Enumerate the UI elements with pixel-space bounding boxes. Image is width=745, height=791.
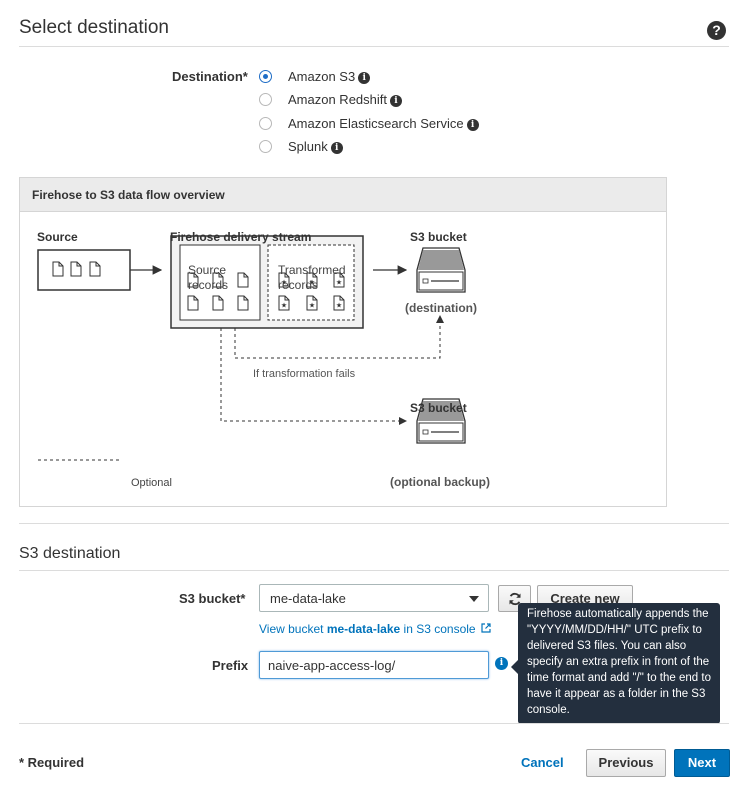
source-records-label: Source records	[188, 263, 229, 292]
radio-button[interactable]	[259, 93, 272, 106]
prefix-tooltip: Firehose automatically appends the "YYYY…	[511, 603, 720, 724]
prefix-input[interactable]: naive-app-access-log/	[259, 651, 489, 679]
info-icon[interactable]: i	[358, 72, 371, 84]
cancel-link[interactable]: Cancel	[521, 755, 564, 770]
source-label: Source	[37, 230, 78, 244]
source-box	[37, 249, 131, 291]
flow-diagram-graphics: ★	[37, 235, 466, 461]
s3-bucket-icon	[416, 247, 466, 293]
record-document-icon	[212, 295, 224, 311]
source-document-icon	[89, 261, 101, 277]
diagram-header: Firehose to S3 data flow overview	[20, 178, 666, 212]
prefix-value: naive-app-access-log/	[268, 658, 396, 673]
prefix-label: Prefix	[212, 658, 249, 673]
radio-button[interactable]	[259, 140, 272, 153]
info-icon[interactable]: i	[330, 142, 343, 154]
transformed-records-label: Transformed records	[278, 263, 346, 292]
radio-label-splunk: Splunk	[288, 139, 328, 154]
info-icon[interactable]: i	[390, 95, 402, 107]
page-title: Select destination	[19, 17, 169, 38]
source-document-icon	[70, 261, 82, 277]
record-document-icon	[237, 295, 249, 311]
diagram-title: Firehose to S3 data flow overview	[32, 188, 225, 202]
radio-button[interactable]	[259, 70, 272, 83]
section-divider	[19, 523, 729, 524]
previous-button[interactable]: Previous	[586, 749, 666, 777]
s3-bucket-label: S3 bucket*	[179, 591, 246, 606]
transformed-document-icon	[306, 295, 318, 311]
radio-label-amazon-redshift: Amazon Redshift	[288, 92, 387, 107]
radio-label-amazon-s3: Amazon S3	[288, 69, 356, 84]
radio-label-amazon-elasticsearch: Amazon Elasticsearch Service	[288, 116, 464, 131]
fail-label: If transformation fails	[253, 368, 356, 380]
stream-label: Firehose delivery stream	[170, 230, 312, 244]
section-divider	[19, 570, 729, 571]
view-bucket-link-row[interactable]: View bucket me-data-lake in S3 console	[259, 622, 491, 636]
s3-backup-bucket-label: S3 bucket	[410, 401, 467, 415]
info-icon[interactable]: i	[466, 119, 479, 131]
record-document-icon	[187, 295, 199, 311]
radio-button[interactable]	[259, 117, 272, 130]
data-flow-diagram: Firehose to S3 data flow overview ★ Sour…	[19, 177, 667, 507]
transformed-document-icon	[333, 295, 345, 311]
destination-label: Destination*	[172, 69, 248, 84]
transformed-document-icon	[278, 295, 290, 311]
s3-bucket-value: me-data-lake	[270, 591, 346, 606]
prefix-info-icon[interactable]: i	[495, 657, 508, 670]
legend-optional-label: Optional	[131, 477, 172, 489]
next-button[interactable]: Next	[674, 749, 730, 777]
s3-bucket-label: S3 bucket	[410, 230, 467, 244]
s3-bucket-select[interactable]: me-data-lake	[259, 584, 489, 612]
required-note: * Required	[19, 755, 85, 770]
section-title-s3-destination: S3 destination	[19, 545, 121, 562]
help-icon[interactable]: ?	[707, 21, 726, 40]
source-document-icon	[52, 261, 64, 277]
footer-divider	[19, 723, 729, 724]
chevron-down-icon	[469, 596, 479, 602]
record-document-icon	[237, 272, 249, 288]
backup-caption: (optional backup)	[390, 475, 490, 489]
external-link-icon	[481, 623, 491, 633]
destination-caption: (destination)	[405, 301, 477, 315]
section-divider	[19, 46, 729, 47]
view-bucket-link[interactable]: View bucket me-data-lake in S3 console	[259, 622, 476, 636]
